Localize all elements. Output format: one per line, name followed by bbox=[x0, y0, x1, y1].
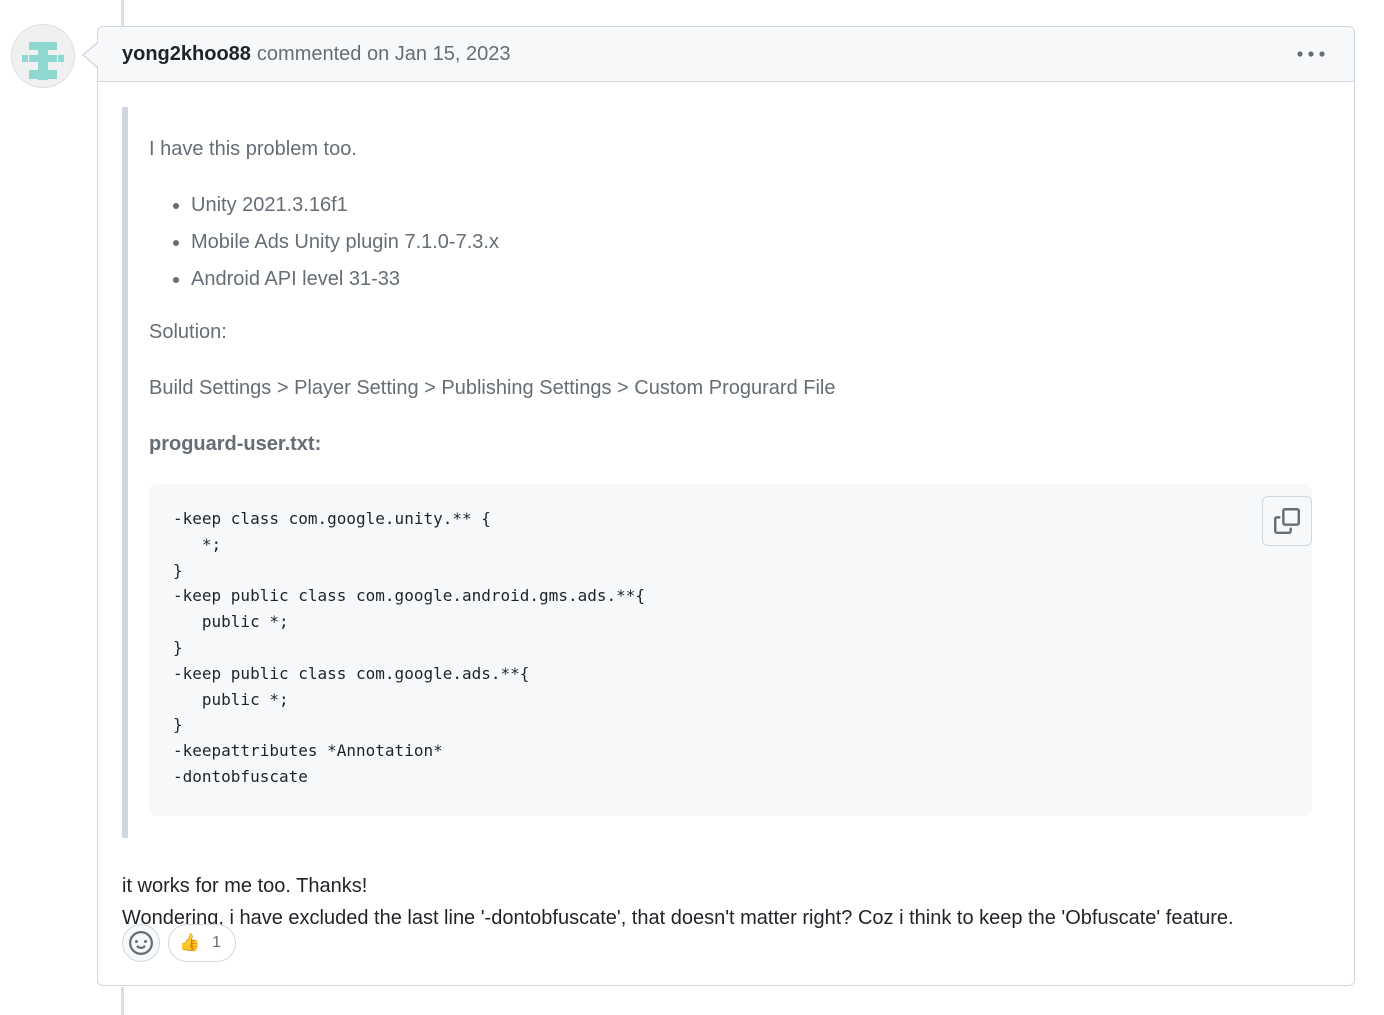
reply-text: it works for me too. Thanks! Wondering, … bbox=[122, 870, 1332, 934]
comment-caret-fill bbox=[84, 43, 98, 67]
reply-line-1: it works for me too. Thanks! bbox=[122, 875, 368, 897]
comment-meta: commented on Jan 15, 2023 bbox=[257, 43, 511, 66]
identicon-image bbox=[12, 25, 74, 87]
comment-date-link[interactable]: Jan 15, 2023 bbox=[395, 43, 511, 65]
reaction-count: 1 bbox=[212, 934, 222, 951]
settings-path: Build Settings > Player Setting > Publis… bbox=[149, 377, 836, 399]
kebab-horizontal-icon bbox=[1297, 51, 1325, 57]
thumbs-up-icon: 👍 bbox=[179, 933, 201, 952]
smiley-icon bbox=[129, 931, 153, 955]
timeline-line-bottom bbox=[121, 987, 124, 1015]
reactions-bar: 👍 1 bbox=[122, 924, 237, 962]
author-link[interactable]: yong2khoo88 bbox=[122, 43, 251, 66]
comment-header: yong2khoo88 commented on Jan 15, 2023 bbox=[98, 27, 1354, 82]
quote-intro: I have this problem too. bbox=[149, 138, 357, 160]
list-item: Mobile Ads Unity plugin 7.1.0-7.3.x bbox=[191, 224, 1310, 261]
solution-label: Solution: bbox=[149, 321, 227, 343]
list-item: Android API level 31-33 bbox=[191, 261, 1310, 298]
comment-options-button[interactable] bbox=[1294, 41, 1328, 67]
reply-line-2: Wondering, i have excluded the last line… bbox=[122, 907, 1234, 929]
list-item: Unity 2021.3.16f1 bbox=[191, 187, 1310, 224]
avatar[interactable] bbox=[12, 25, 74, 87]
thumbs-up-reaction[interactable]: 👍 1 bbox=[168, 924, 237, 962]
code-block: -keep class com.google.unity.** { *; } -… bbox=[149, 484, 1312, 816]
add-reaction-button[interactable] bbox=[122, 924, 160, 962]
timeline-line-top bbox=[121, 0, 124, 26]
comment-container: yong2khoo88 commented on Jan 15, 2023 I … bbox=[82, 26, 1355, 986]
file-name: proguard-user.txt: bbox=[149, 433, 322, 455]
code-content[interactable]: -keep class com.google.unity.** { *; } -… bbox=[173, 506, 1288, 790]
comment-body: I have this problem too. Unity 2021.3.16… bbox=[122, 107, 1332, 934]
comment-action: commented on bbox=[256, 42, 390, 65]
spec-list: Unity 2021.3.16f1 Mobile Ads Unity plugi… bbox=[149, 187, 1310, 298]
copy-button[interactable] bbox=[1262, 496, 1312, 546]
quoted-reply: I have this problem too. Unity 2021.3.16… bbox=[122, 107, 1312, 838]
copy-icon bbox=[1274, 508, 1300, 534]
